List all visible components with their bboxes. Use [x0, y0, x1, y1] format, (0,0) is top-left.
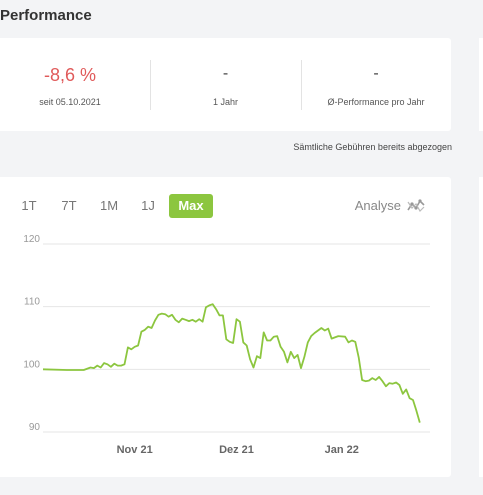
adjacent-card-edge	[479, 177, 483, 477]
stat-value: -	[222, 65, 229, 82]
adjacent-card-edge	[479, 38, 483, 131]
performance-chart-card: 1T 7T 1M 1J Max Analyse	[0, 177, 451, 477]
stat-avg-per-year: - Ø-Performance pro Jahr	[301, 38, 451, 131]
analyse-label: Analyse	[354, 198, 401, 213]
analyse-button[interactable]: Analyse	[355, 198, 425, 213]
stat-value: -	[373, 65, 379, 82]
stat-label: Ø-Performance pro Jahr	[327, 97, 425, 107]
range-tab-1t[interactable]: 1T	[16, 194, 42, 218]
stat-label: seit 05.10.2021	[39, 97, 101, 107]
stat-since-start: -8,6 % seit 05.10.2021	[0, 38, 150, 131]
range-tab-max[interactable]: Max	[169, 194, 213, 218]
stat-label: 1 Jahr	[212, 97, 238, 107]
fee-note: Sämtliche Gebühren bereits abgezogen	[293, 142, 452, 152]
stat-one-year: - 1 Jahr	[150, 38, 301, 131]
range-tab-1m[interactable]: 1M	[94, 194, 124, 218]
stat-value: -8,6 %	[43, 65, 97, 85]
page-title: Performance	[0, 7, 92, 24]
range-tab-1j[interactable]: 1J	[137, 194, 159, 218]
performance-stats-card: -8,6 % seit 05.10.2021 - 1 Jahr - Ø-Perf…	[0, 38, 451, 131]
chart-trend-icon	[407, 198, 425, 212]
range-tab-7t[interactable]: 7T	[56, 194, 82, 218]
